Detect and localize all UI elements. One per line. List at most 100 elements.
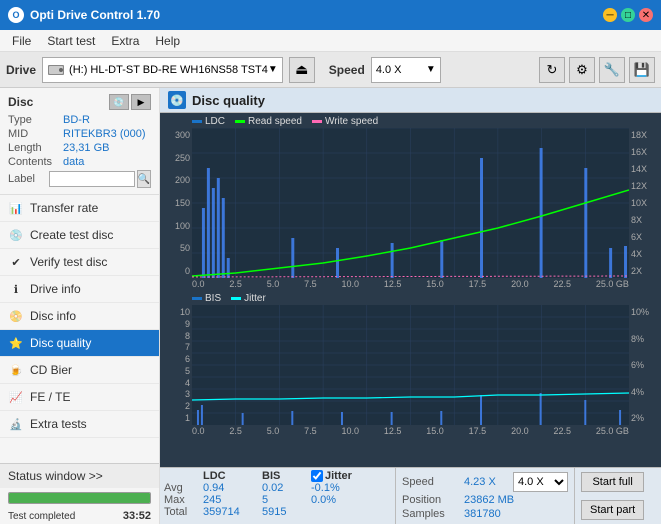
minimize-button[interactable]: ─ — [603, 8, 617, 22]
avg-bis: 0.02 — [262, 482, 307, 494]
speed-dropdown-arrow: ▼ — [426, 64, 436, 75]
disc-label-input[interactable] — [49, 171, 135, 187]
by-left-6: 6 — [166, 354, 190, 364]
speed-label: Speed — [329, 63, 365, 77]
status-text: Test completed — [8, 511, 75, 522]
nav-transfer-rate[interactable]: 📊 Transfer rate — [0, 195, 159, 222]
x-label-25: 2.5 — [229, 279, 242, 289]
sidebar-nav: 📊 Transfer rate 💿 Create test disc ✔ Ver… — [0, 195, 159, 463]
disc-title: Disc — [8, 95, 33, 109]
type-label: Type — [8, 114, 63, 126]
disc-icon-2[interactable]: ▶ — [131, 94, 151, 110]
bx-label-0: 0.0 — [192, 426, 205, 436]
type-value: BD-R — [63, 114, 90, 126]
menu-file[interactable]: File — [4, 32, 39, 50]
nav-fe-te[interactable]: 📈 FE / TE — [0, 384, 159, 411]
disc-quality-icon: ⭐ — [8, 335, 24, 351]
progress-bar-wrap — [0, 488, 159, 508]
disc-icon-1[interactable]: 💿 — [109, 94, 129, 110]
drive-icon — [47, 62, 65, 78]
disc-label-button[interactable]: 🔍 — [137, 170, 151, 188]
nav-extra-tests[interactable]: 🔬 Extra tests — [0, 411, 159, 438]
nav-disc-quality[interactable]: ⭐ Disc quality — [0, 330, 159, 357]
y-right-12x: 12X — [631, 181, 655, 191]
status-window-button[interactable]: Status window >> — [0, 464, 159, 488]
eject-button[interactable]: ⏏ — [289, 57, 315, 83]
speed-value: 4.0 X — [376, 64, 402, 76]
x-label-100: 10.0 — [342, 279, 360, 289]
avg-jitter: -0.1% — [311, 482, 391, 494]
length-label: Length — [8, 142, 63, 154]
save-button[interactable]: 💾 — [629, 57, 655, 83]
jitter-checkbox[interactable] — [311, 470, 323, 482]
stats-bar: LDC BIS Jitter Avg 0.94 0.02 -0.1% Max 2… — [160, 467, 661, 524]
drive-selector[interactable]: (H:) HL-DT-ST BD-RE WH16NS58 TST4 ▼ — [42, 57, 283, 83]
x-label-125: 12.5 — [384, 279, 402, 289]
tools-button[interactable]: 🔧 — [599, 57, 625, 83]
bx-label-75: 7.5 — [304, 426, 317, 436]
chart-header-icon: 💿 — [168, 91, 186, 109]
nav-disc-info[interactable]: 📀 Disc info — [0, 303, 159, 330]
max-ldc: 245 — [203, 494, 258, 506]
nav-verify-test-disc-label: Verify test disc — [30, 255, 107, 269]
nav-create-test-disc[interactable]: 💿 Create test disc — [0, 222, 159, 249]
disc-label-row: Label 🔍 — [8, 170, 151, 188]
mid-value: RITEKBR3 (000) — [63, 128, 146, 140]
title-bar: O Opti Drive Control 1.70 ─ □ ✕ — [0, 0, 661, 30]
y-right-18x: 18X — [631, 130, 655, 140]
nav-cd-bier[interactable]: 🍺 CD Bier — [0, 357, 159, 384]
stats-max-row: Max 245 5 0.0% — [164, 494, 391, 506]
x-label-225: 22.5 — [553, 279, 571, 289]
bx-label-125: 12.5 — [384, 426, 402, 436]
menu-start-test[interactable]: Start test — [39, 32, 103, 50]
contents-value: data — [63, 156, 84, 168]
menu-help[interactable]: Help — [147, 32, 188, 50]
top-chart-area: 300 250 200 150 100 50 0 — [164, 128, 657, 278]
legend-jitter: Jitter — [231, 293, 266, 304]
top-chart-y-left: 300 250 200 150 100 50 0 — [164, 128, 192, 278]
app-title: Opti Drive Control 1.70 — [30, 8, 160, 22]
bot-chart-y-left: 10 9 8 7 6 5 4 3 2 1 — [164, 305, 192, 425]
extra-tests-icon: 🔬 — [8, 416, 24, 432]
stats-header-row: LDC BIS Jitter — [164, 470, 391, 482]
stats-ldc-header: LDC — [203, 470, 258, 482]
legend-bis-label: BIS — [205, 293, 221, 304]
main-area: Disc 💿 ▶ Type BD-R MID RITEKBR3 (000) Le… — [0, 88, 661, 524]
speed-key: Speed — [402, 476, 460, 488]
window-controls: ─ □ ✕ — [603, 8, 653, 22]
legend-write-label: Write speed — [325, 116, 378, 127]
legend-ldc-dot — [192, 120, 202, 123]
maximize-button[interactable]: □ — [621, 8, 635, 22]
by-right-4p: 4% — [631, 387, 655, 397]
menu-extra[interactable]: Extra — [103, 32, 147, 50]
bot-chart-y-right: 10% 8% 6% 4% 2% — [629, 305, 657, 425]
progress-bar-inner — [9, 493, 150, 503]
chart-title: Disc quality — [192, 93, 265, 108]
nav-fe-te-label: FE / TE — [30, 390, 70, 404]
top-chart-legend: LDC Read speed Write speed — [162, 115, 659, 128]
start-full-button[interactable]: Start full — [581, 472, 644, 492]
speed-dropdown[interactable]: 4.0 X — [513, 472, 568, 492]
bot-chart-legend: BIS Jitter — [162, 292, 659, 305]
refresh-button[interactable]: ↻ — [539, 57, 565, 83]
nav-verify-test-disc[interactable]: ✔ Verify test disc — [0, 249, 159, 276]
by-right-6p: 6% — [631, 360, 655, 370]
legend-ldc-label: LDC — [205, 116, 225, 127]
start-part-button[interactable]: Start part — [581, 500, 644, 520]
close-button[interactable]: ✕ — [639, 8, 653, 22]
by-left-10: 10 — [166, 307, 190, 317]
nav-drive-info[interactable]: ℹ Drive info — [0, 276, 159, 303]
by-right-2p: 2% — [631, 413, 655, 423]
y-right-6x: 6X — [631, 232, 655, 242]
total-ldc: 359714 — [203, 506, 258, 518]
speed-selector[interactable]: 4.0 X ▼ — [371, 57, 441, 83]
top-chart-x-labels: 0.0 2.5 5.0 7.5 10.0 12.5 15.0 17.5 20.0… — [162, 278, 659, 290]
action-buttons: Start full Start part — [575, 468, 650, 524]
settings-button[interactable]: ⚙ — [569, 57, 595, 83]
by-left-5: 5 — [166, 366, 190, 376]
by-left-8: 8 — [166, 331, 190, 341]
top-chart-section: LDC Read speed Write speed 300 250 200 — [160, 113, 661, 290]
bx-label-50: 5.0 — [267, 426, 280, 436]
disc-info-icon: 📀 — [8, 308, 24, 324]
nav-disc-info-label: Disc info — [30, 309, 76, 323]
